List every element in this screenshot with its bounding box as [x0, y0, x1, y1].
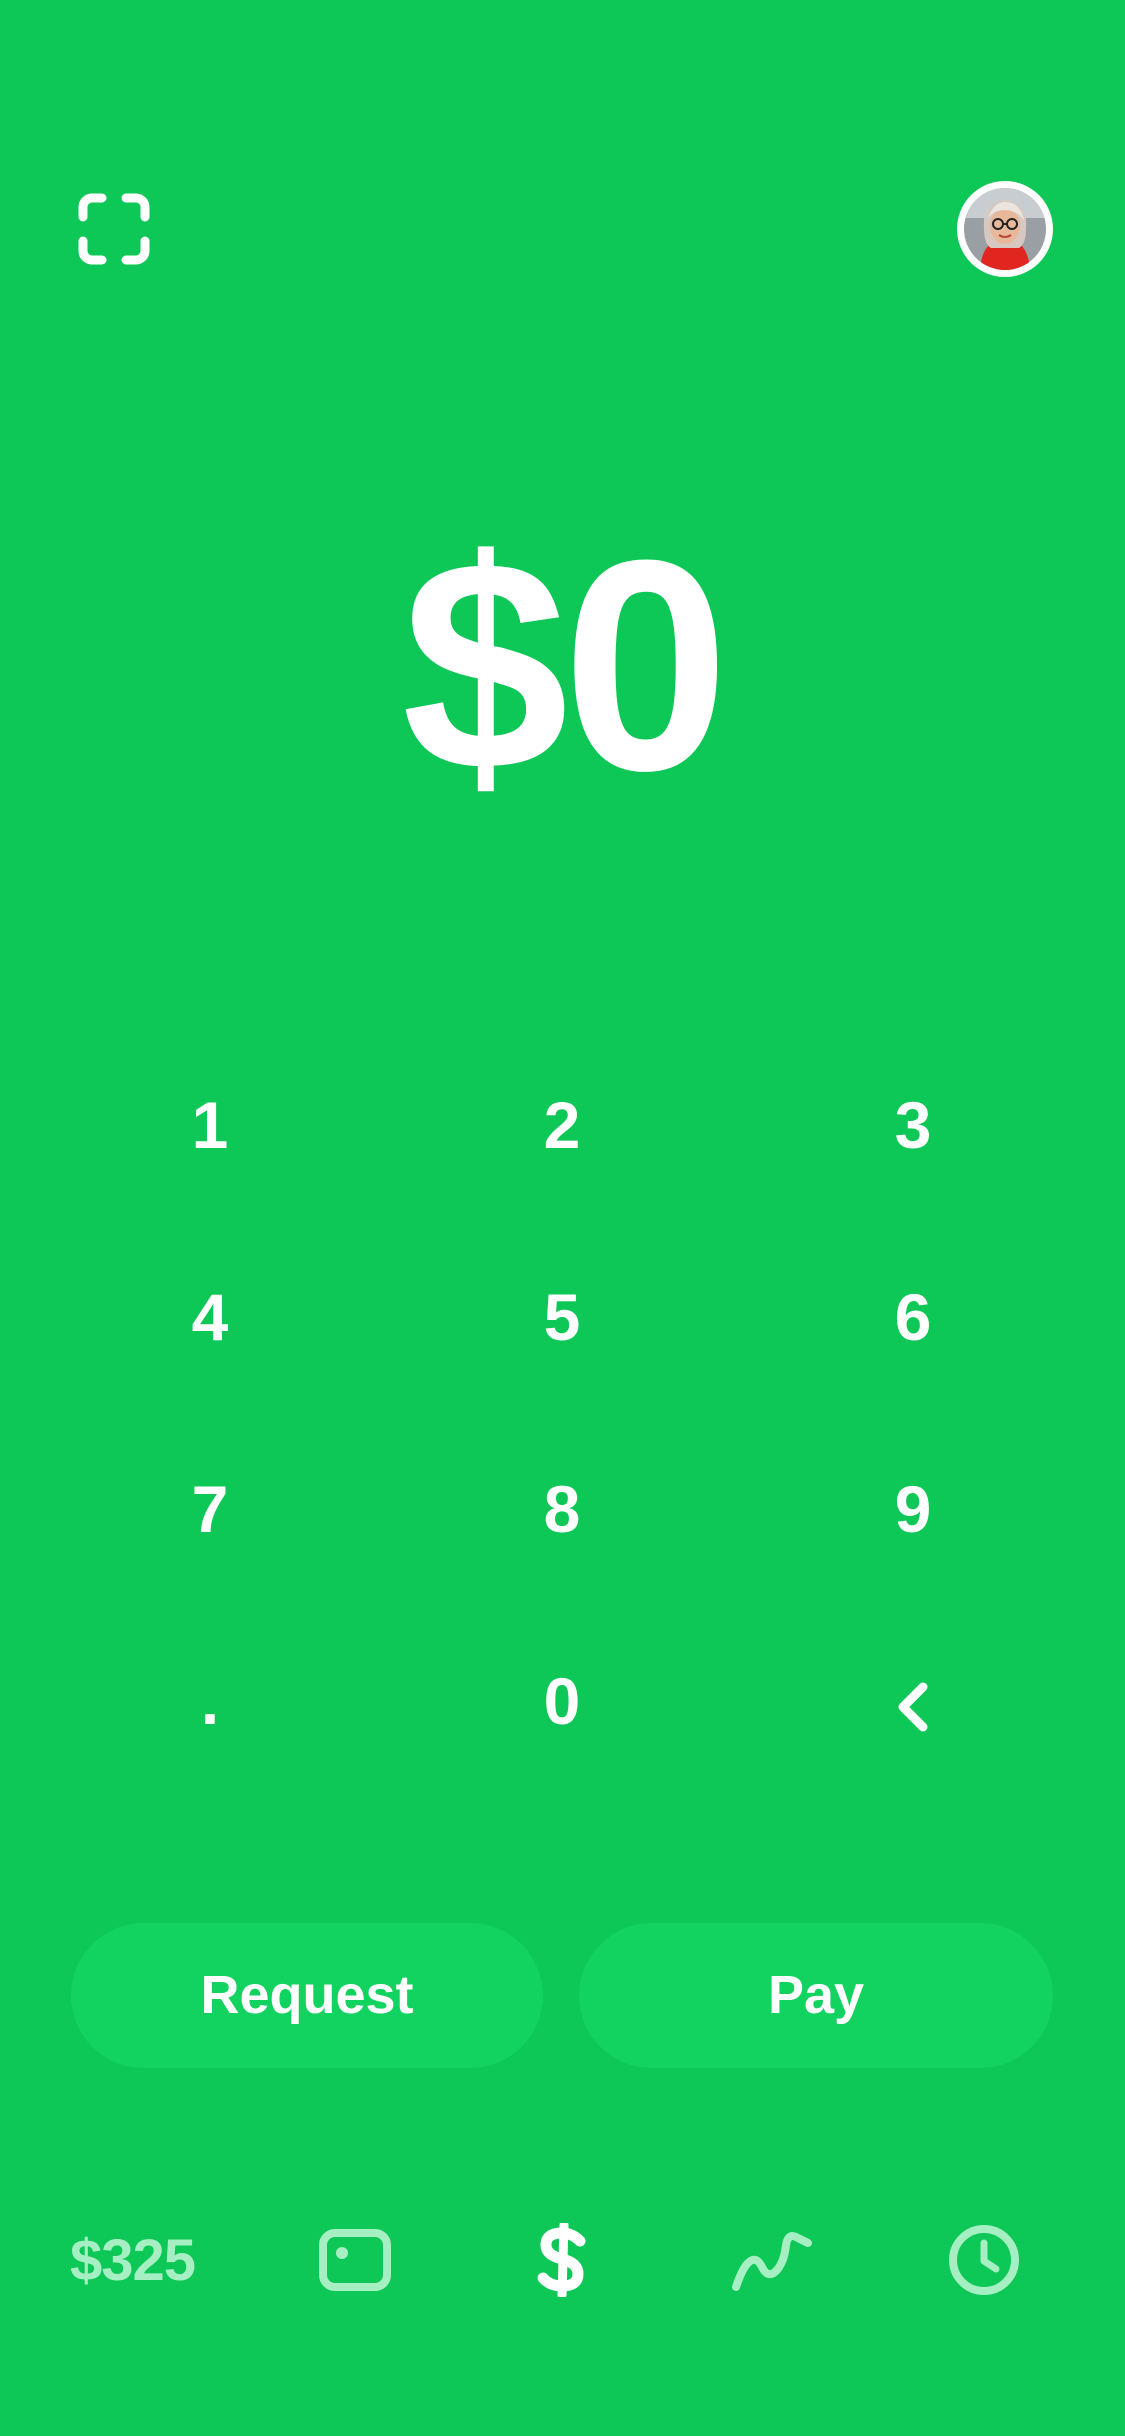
pay-button[interactable]: Pay	[579, 1923, 1053, 2068]
key-7[interactable]: 7	[90, 1434, 330, 1584]
scan-button[interactable]	[78, 193, 150, 265]
key-2[interactable]: 2	[442, 1050, 682, 1200]
key-8[interactable]: 8	[442, 1434, 682, 1584]
cash-app-screen: $0 1 2 3 4 5 6 7 8 9 . 0 Request Pay $32…	[0, 0, 1125, 2436]
scan-qr-icon	[78, 193, 150, 265]
investing-tab[interactable]	[722, 2210, 822, 2310]
profile-photo	[964, 188, 1046, 270]
chevron-left-icon	[898, 1682, 928, 1732]
investing-icon	[732, 2232, 812, 2291]
activity-tab[interactable]	[934, 2210, 1034, 2310]
key-5[interactable]: 5	[442, 1242, 682, 1392]
amount-display: $0	[401, 497, 730, 833]
keypad: 1 2 3 4 5 6 7 8 9 . 0	[0, 1050, 1125, 1770]
card-icon	[319, 2229, 391, 2291]
balance-tab[interactable]: $325	[70, 2210, 220, 2310]
avatar[interactable]	[957, 181, 1053, 277]
key-1[interactable]: 1	[90, 1050, 330, 1200]
key-4[interactable]: 4	[90, 1242, 330, 1392]
request-button[interactable]: Request	[71, 1923, 543, 2068]
dollar-icon	[537, 2223, 586, 2297]
key-3[interactable]: 3	[793, 1050, 1033, 1200]
key-decimal[interactable]: .	[90, 1626, 330, 1776]
key-0[interactable]: 0	[442, 1626, 682, 1776]
key-9[interactable]: 9	[793, 1434, 1033, 1584]
clock-icon	[949, 2225, 1019, 2295]
bottom-nav: $325	[0, 2210, 1125, 2310]
backspace-button[interactable]	[793, 1626, 1033, 1776]
pay-tab[interactable]	[512, 2210, 612, 2310]
key-6[interactable]: 6	[793, 1242, 1033, 1392]
card-tab[interactable]	[305, 2210, 405, 2310]
